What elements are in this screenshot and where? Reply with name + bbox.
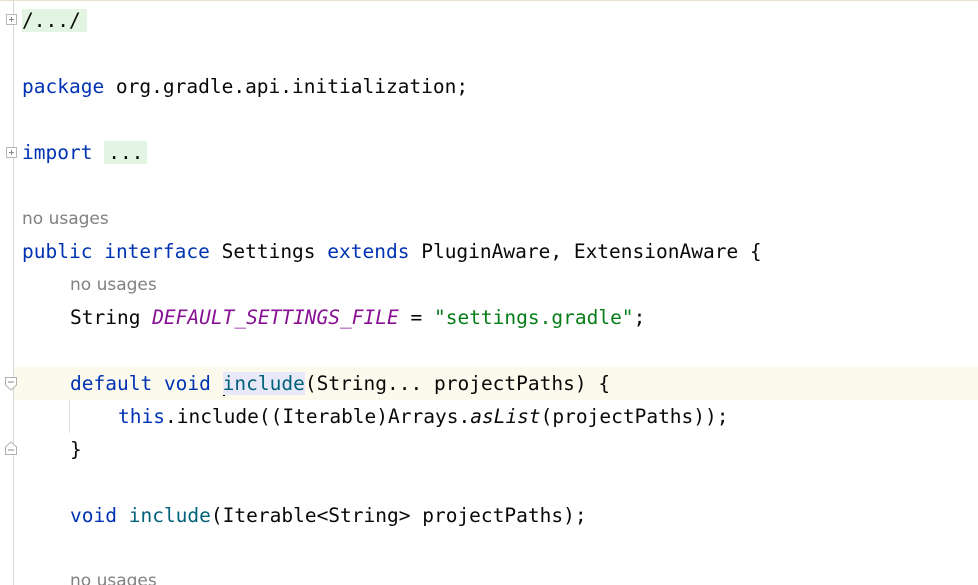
- keyword-default: default: [70, 372, 153, 395]
- usages-hint[interactable]: no usages: [70, 565, 157, 585]
- method-params: (Iterable<String> projectPaths);: [210, 504, 587, 527]
- keyword-import: import: [22, 141, 93, 164]
- method-name-include[interactable]: include: [129, 504, 211, 527]
- code-line-method-include-iterable: void include(Iterable<String> projectPat…: [0, 499, 978, 532]
- closing-brace: }: [70, 438, 82, 461]
- collapse-method-icon[interactable]: [5, 377, 17, 391]
- code-line-header: /.../: [0, 4, 978, 37]
- method-aslist: asList: [470, 405, 541, 428]
- method-name-include[interactable]: include: [222, 372, 305, 395]
- keyword-this: this: [118, 405, 165, 428]
- body-call: .include((Iterable)Arrays.: [164, 405, 471, 428]
- keyword-extends: extends: [327, 240, 410, 263]
- code-line-method-body: this.include((Iterable)Arrays.asList(pro…: [0, 400, 978, 433]
- keyword-void: void: [70, 504, 117, 527]
- interface-name: Settings: [209, 240, 328, 263]
- usages-hint[interactable]: no usages: [70, 269, 157, 302]
- field-equals: =: [398, 306, 434, 329]
- keyword-void: void: [163, 372, 211, 395]
- keyword-interface: interface: [104, 240, 210, 263]
- code-line-package: package org.gradle.api.initialization;: [0, 70, 978, 103]
- folded-header-comment[interactable]: /.../: [22, 9, 87, 32]
- usages-hint-line: no usages: [0, 269, 978, 302]
- fold-end-icon[interactable]: [5, 441, 17, 455]
- code-line-import: import ...: [0, 136, 978, 169]
- method-params: (String... projectPaths) {: [304, 372, 611, 395]
- folded-imports[interactable]: ...: [104, 141, 148, 164]
- usages-hint-line: no usages: [0, 203, 978, 236]
- code-editor[interactable]: /.../ package org.gradle.api.initializat…: [0, 0, 978, 585]
- code-line-field: String DEFAULT_SETTINGS_FILE = "settings…: [0, 301, 978, 334]
- field-semicolon: ;: [633, 306, 646, 329]
- body-args: (projectPaths));: [540, 405, 729, 428]
- keyword-public: public: [22, 240, 93, 263]
- field-name: DEFAULT_SETTINGS_FILE: [152, 306, 399, 329]
- code-line-interface: public interface Settings extends Plugin…: [0, 235, 978, 268]
- field-value: "settings.gradle": [433, 306, 634, 329]
- interface-supertypes: PluginAware, ExtensionAware {: [409, 240, 762, 263]
- field-type: String: [70, 306, 153, 329]
- code-line-close-brace: }: [0, 433, 978, 466]
- package-name: org.gradle.api.initialization;: [104, 75, 469, 98]
- usages-hint-line: no usages: [0, 565, 978, 585]
- code-line-method-include-default: default void include(String... projectPa…: [14, 367, 978, 400]
- usages-hint[interactable]: no usages: [22, 203, 109, 236]
- keyword-package: package: [22, 75, 105, 98]
